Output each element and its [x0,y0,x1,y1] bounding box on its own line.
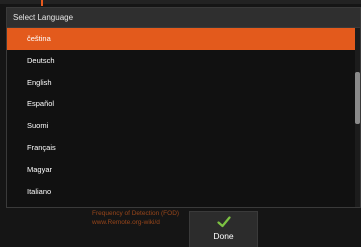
accent-marker [41,0,43,6]
dialog-title: Select Language [7,8,360,28]
language-list-scrollbar[interactable] [355,28,360,207]
scrollbar-thumb[interactable] [355,72,360,124]
top-bar [0,0,361,4]
language-item-espanol[interactable]: Español [7,93,355,115]
language-item-english[interactable]: English [7,72,355,94]
language-item-cestina[interactable]: čeština [7,28,355,50]
language-item-magyar[interactable]: Magyar [7,159,355,181]
select-language-dialog: Select Language čeština Deutsch English … [6,7,361,208]
check-icon [216,216,231,228]
language-list: čeština Deutsch English Español Suomi Fr… [7,28,355,202]
done-button[interactable]: Done [189,211,258,247]
language-item-suomi[interactable]: Suomi [7,115,355,137]
done-button-label: Done [213,231,234,241]
language-item-francais[interactable]: Français [7,137,355,159]
language-item-deutsch[interactable]: Deutsch [7,50,355,72]
language-item-italiano[interactable]: Italiano [7,181,355,203]
